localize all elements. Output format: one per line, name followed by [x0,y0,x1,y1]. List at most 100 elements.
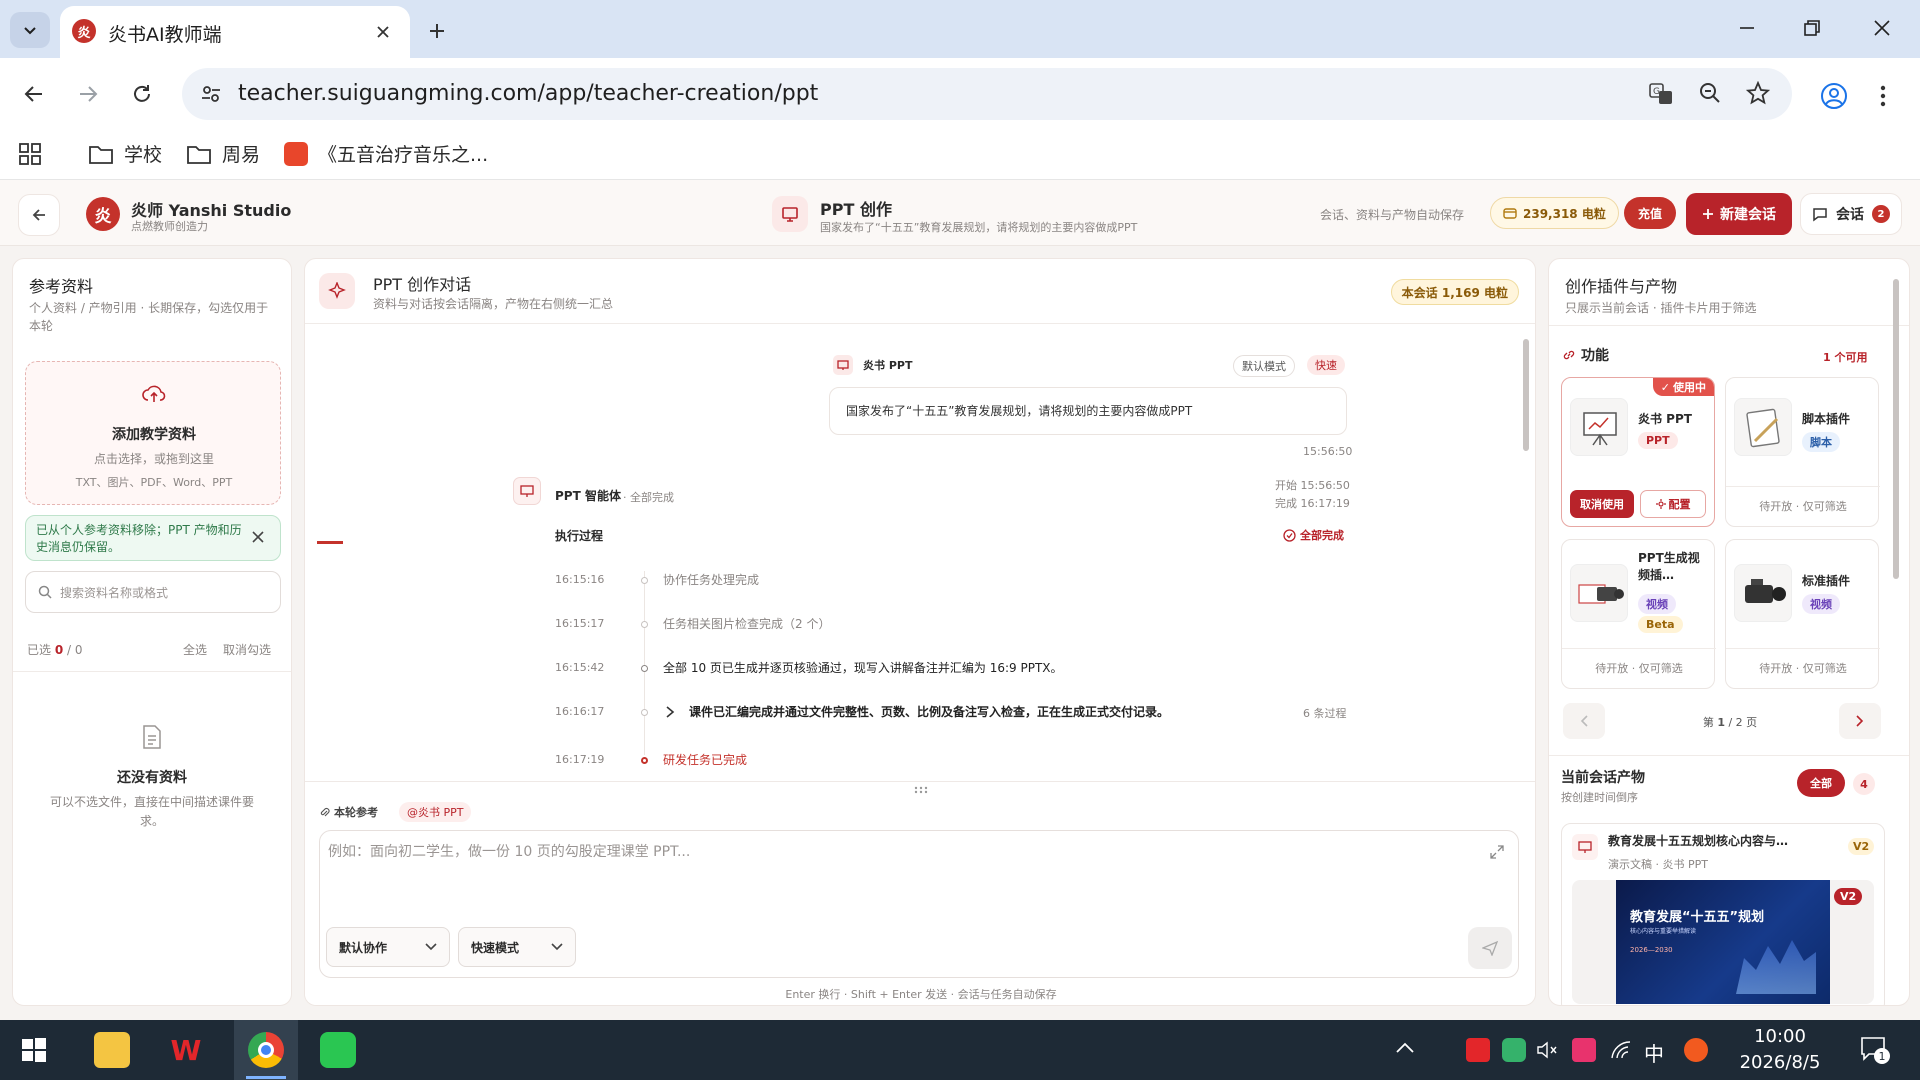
sessions-count-badge: 2 [1872,205,1890,223]
sessions-button[interactable]: 会话 2 [1800,193,1902,235]
select-all-button[interactable]: 全选 [183,641,207,658]
wps-icon[interactable]: W [168,1032,204,1068]
window-minimize-button[interactable] [1735,16,1759,40]
green-app-tray-icon[interactable] [1502,1038,1526,1062]
bookmark-star-icon[interactable] [1746,81,1770,105]
cancel-use-button[interactable]: 取消使用 [1570,490,1634,518]
new-session-button[interactable]: 新建会话 [1686,193,1792,235]
agent-start-time: 开始 15:56:50 [1275,479,1350,492]
configure-button[interactable]: 配置 [1640,490,1706,518]
page-subtitle: 国家发布了“十五五”教育发展规划，请将规划的主要内容做成PPT [820,221,1138,234]
chevron-down-icon [551,943,563,951]
wps-tray-icon[interactable] [1466,1038,1490,1062]
address-bar[interactable]: teacher.suiguangming.com/app/teacher-cre… [182,68,1792,120]
bookmark-item[interactable]: 《五音治疗音乐之... [284,140,488,167]
divider [305,323,1535,324]
agent-avatar-icon [513,477,541,505]
material-search-input[interactable]: 搜索资料名称或格式 [25,571,281,613]
clear-selection-button[interactable]: 取消勾选 [223,641,271,658]
tray-chevron-up-icon[interactable] [1396,1042,1414,1054]
upload-dropzone[interactable]: 添加教学资料 点击选择，或拖到这里 TXT、图片、PDF、Word、PPT [25,361,281,505]
expand-icon[interactable] [1490,845,1504,859]
tab-close-button[interactable] [370,19,396,45]
window-close-button[interactable] [1870,16,1894,40]
process-status-label: 全部完成 [1300,529,1344,542]
product-card[interactable]: 教育发展十五五规划核心内容与… V2 演示文稿 · 炎书 PPT 教育发展“十五… [1561,823,1885,1005]
plugin-name: PPT生成视频插… [1638,551,1700,582]
pink-app-tray-icon[interactable] [1572,1038,1596,1062]
sogou-tray-icon[interactable] [1684,1038,1708,1062]
chrome-taskbar-item[interactable] [234,1020,298,1080]
window-restore-button[interactable] [1800,16,1824,40]
collab-mode-select[interactable]: 默认协作 [326,927,450,967]
windows-start-icon[interactable] [22,1038,46,1062]
send-button[interactable] [1468,927,1512,969]
plugin-card-ppt-video[interactable]: PPT生成视频插… 视频 Beta 待开放 · 仅可筛选 [1561,539,1716,689]
composer-area: 本轮参考 @炎书 PPT 例如：面向初二学生，做一份 10 页的勾股定理课堂 P… [305,781,1535,1005]
close-icon [1874,20,1890,36]
plugin-card-standard[interactable]: 标准插件 视频 待开放 · 仅可筛选 [1725,539,1880,689]
close-icon [377,26,389,38]
back-button[interactable] [22,82,46,106]
notice-close-button[interactable] [252,531,264,543]
agent-status: · 全部完成 [623,491,674,504]
browser-menu-icon[interactable] [1878,82,1888,110]
zoom-icon[interactable] [1698,81,1722,105]
empty-desc: 可以不选文件，直接在中间描述课件要求。 [49,795,254,828]
wifi-icon[interactable] [1610,1040,1632,1060]
wechat-icon[interactable] [320,1032,356,1068]
prompt-input[interactable]: 例如：面向初二学生，做一份 10 页的勾股定理课堂 PPT... 默认协作 快速… [319,830,1519,978]
step-time: 16:15:42 [555,661,605,674]
select-value: 快速模式 [471,940,520,955]
speed-mode-select[interactable]: 快速模式 [458,927,576,967]
bookmark-item[interactable]: 周易 [186,140,260,167]
volume-muted-icon[interactable] [1536,1040,1558,1060]
empty-title: 还没有资料 [117,770,187,786]
site-info-icon[interactable] [200,83,222,105]
step-time: 16:17:19 [555,753,605,766]
product-title: 教育发展十五五规划核心内容与… [1608,834,1789,848]
minimize-icon [1740,27,1754,29]
translate-icon[interactable]: G [1648,81,1674,107]
video-camera-icon [1570,564,1628,622]
panel-scrollbar[interactable] [1893,279,1899,579]
reference-chip[interactable]: @炎书 PPT [399,802,472,822]
app-back-button[interactable] [18,194,60,236]
next-page-button[interactable] [1839,703,1881,739]
url-text[interactable]: teacher.suiguangming.com/app/teacher-cre… [238,81,818,106]
step-expand-row[interactable]: 课件已汇编完成并通过文件完整性、页数、比例及备注写入检查，正在生成正式交付记录。 [665,703,1169,720]
step-time: 16:16:17 [555,705,605,718]
forward-button[interactable] [76,82,100,106]
clock-time[interactable]: 10:00 [1720,1026,1840,1047]
divider [1562,648,1716,649]
selected-count: 已选 0 / 0 [27,641,83,658]
plugin-card-ppt[interactable]: ✓ 使用中 炎书 PPT PPT 取消使用 配置 [1561,377,1715,527]
apps-grid-icon[interactable] [18,142,42,166]
new-tab-button[interactable] [422,16,452,46]
bookmark-label: 《五音治疗音乐之... [318,144,489,166]
notification-center-icon[interactable]: 1 [1860,1036,1890,1064]
step-dot [641,665,648,672]
upload-title: 添加教学资料 [112,427,196,443]
bookmark-item[interactable]: 学校 [88,140,162,167]
recharge-button[interactable]: 充值 [1624,197,1676,229]
plugin-card-script[interactable]: 脚本插件 脚本 待开放 · 仅可筛选 [1725,377,1880,527]
file-explorer-icon[interactable] [94,1032,130,1068]
profile-icon[interactable] [1820,82,1848,110]
session-credits-badge: 本会话 1,169 电粒 [1390,279,1519,305]
clock-date[interactable]: 2026/8/5 [1720,1052,1840,1073]
chat-panel: PPT 创作对话 资料与对话按会话隔离，产物在右侧统一汇总 本会话 1,169 … [304,258,1536,1006]
chat-scrollbar[interactable] [1523,339,1529,451]
sparkle-icon [319,273,355,309]
pager-prefix: 第 [1702,716,1714,729]
reload-button[interactable] [130,82,154,106]
tab-search-button[interactable] [10,12,50,48]
divider [1726,486,1880,487]
filter-all-button[interactable]: 全部 [1797,769,1845,797]
browser-tab[interactable]: 炎 炎书AI教师端 [60,6,410,58]
step-dot [641,709,648,716]
drag-handle-icon[interactable] [913,786,929,794]
features-label-text: 功能 [1581,348,1609,364]
ime-indicator[interactable]: 中 [1644,1038,1664,1067]
wallet-icon [1503,208,1517,219]
